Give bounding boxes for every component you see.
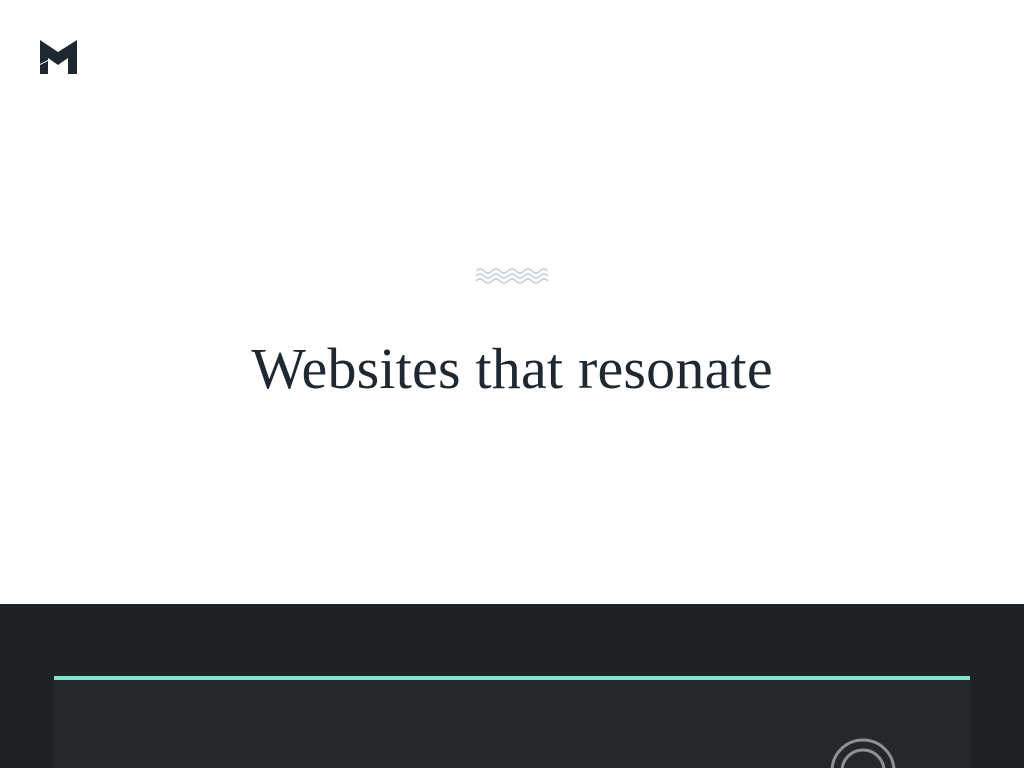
ring-icon: [830, 738, 896, 768]
showcase-card: [54, 676, 970, 768]
wave-ornament-icon: [475, 268, 549, 284]
page-title: Websites that resonate: [251, 336, 773, 401]
showcase-section: [0, 604, 1024, 768]
hero-section: Websites that resonate: [0, 0, 1024, 604]
